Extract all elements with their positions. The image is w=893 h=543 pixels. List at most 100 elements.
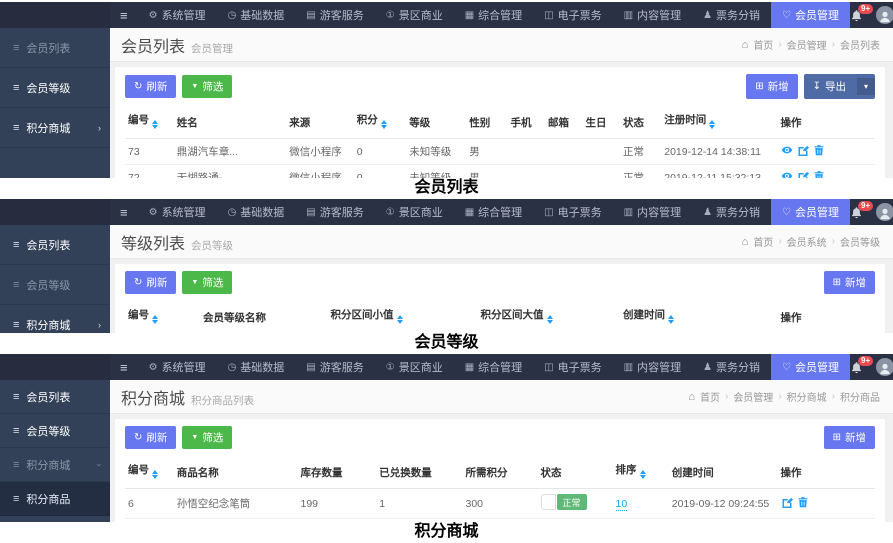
nav-item-2[interactable]: ◷基础数据 [217,2,296,28]
column-header[interactable]: 排序 [613,456,669,489]
delete-icon[interactable] [813,170,825,178]
breadcrumb-item[interactable]: 首页 [700,389,720,404]
nav-item-1[interactable]: ⚙系统管理 [138,2,217,28]
export-button[interactable]: ↧导出▾ [804,74,875,99]
delete-icon[interactable] [797,496,809,508]
sidebar-item-4[interactable]: ≡积分商品 [0,482,110,516]
nav-item-1[interactable]: ⚙系统管理 [138,354,217,380]
sidebar-item-2[interactable]: ≡会员等级 [0,68,110,108]
nav-item-6[interactable]: ◫电子票务 [533,2,612,28]
sort-icon[interactable] [152,312,158,327]
nav-item-7[interactable]: ▥内容管理 [613,2,692,28]
filter-button[interactable]: ▼筛选 [182,426,232,449]
toolbar-left: ↻刷新 ▼筛选 [125,75,232,98]
sidebar-toggle-icon[interactable]: ≡ [120,360,128,375]
breadcrumb-item[interactable]: 积分商品 [840,389,880,404]
sort-value-link[interactable]: 10 [616,498,628,511]
sort-icon[interactable] [640,467,646,482]
sort-icon[interactable] [547,312,553,327]
column-header[interactable]: 注册时间 [661,106,777,139]
nav-item-6[interactable]: ◫电子票务 [533,199,612,225]
sidebar-toggle-icon[interactable]: ≡ [120,8,128,23]
add-button[interactable]: ⊞新增 [824,426,875,449]
export-dropdown-caret[interactable]: ▾ [857,78,875,95]
sidebar-item-3[interactable]: ≡积分商城› [0,108,110,148]
nav-item-3[interactable]: ▤游客服务 [295,354,374,380]
add-button[interactable]: ⊞新增 [824,271,875,294]
status-toggle[interactable]: 正常 [541,494,587,510]
column-header[interactable]: 编号 [125,301,200,333]
nav-item-9[interactable]: ♡会员管理 [771,354,850,380]
nav-item-6[interactable]: ◫电子票务 [533,354,612,380]
nav-item-4[interactable]: ①景区商业 [375,2,454,28]
avatar-person-icon[interactable] [878,10,892,24]
nav-item-9[interactable]: ♡会员管理 [771,2,850,28]
sort-icon[interactable] [709,117,715,132]
view-icon[interactable] [781,170,793,178]
column-header[interactable]: 积分区间大值 [478,301,621,333]
sort-icon[interactable] [152,117,158,132]
refresh-button[interactable]: ↻刷新 [125,426,176,449]
column-header[interactable]: 编号 [125,106,174,139]
sort-icon[interactable] [152,467,158,482]
sidebar-item-1[interactable]: ≡会员列表 [0,225,110,265]
breadcrumb-item[interactable]: 积分商城 [787,389,827,404]
avatar[interactable] [876,6,893,24]
edit-icon[interactable] [797,144,809,156]
sidebar-toggle-icon[interactable]: ≡ [120,205,128,220]
column-header-label: 编号 [128,114,149,126]
sidebar-item-3[interactable]: ≡积分商城› [0,448,110,482]
nav-item-8[interactable]: ♟票务分销 [692,2,771,28]
filter-button[interactable]: ▼筛选 [182,271,232,294]
nav-item-1[interactable]: ⚙系统管理 [138,199,217,225]
nav-item-9[interactable]: ♡会员管理 [771,199,850,225]
nav-item-5[interactable]: ▦综合管理 [454,2,533,28]
notifications-bell[interactable]: 9+ [850,206,863,219]
nav-item-4[interactable]: ①景区商业 [375,199,454,225]
breadcrumb-item[interactable]: 会员管理 [733,389,773,404]
sidebar-item-1[interactable]: ≡会员列表 [0,28,110,68]
edit-icon[interactable] [781,496,793,508]
nav-item-2[interactable]: ◷基础数据 [217,199,296,225]
refresh-button[interactable]: ↻刷新 [125,75,176,98]
breadcrumb-item[interactable]: 会员管理 [787,37,827,52]
nav-item-7[interactable]: ▥内容管理 [613,354,692,380]
nav-item-4[interactable]: ①景区商业 [375,354,454,380]
breadcrumb-item[interactable]: 会员列表 [840,37,880,52]
nav-item-3[interactable]: ▤游客服务 [295,2,374,28]
edit-icon[interactable] [797,170,809,178]
nav-item-8[interactable]: ♟票务分销 [692,199,771,225]
sidebar-item-3[interactable]: ≡积分商城› [0,305,110,333]
sidebar-item-1[interactable]: ≡会员列表 [0,380,110,414]
notifications-bell[interactable]: 9+ [850,361,863,374]
column-header[interactable]: 编号 [125,456,174,489]
nav-item-5[interactable]: ▦综合管理 [454,199,533,225]
notifications-bell[interactable]: 9+ [850,9,863,22]
column-header[interactable]: 积分区间小值 [328,301,478,333]
nav-item-5[interactable]: ▦综合管理 [454,354,533,380]
avatar-person-icon[interactable] [878,207,892,221]
nav-item-3[interactable]: ▤游客服务 [295,199,374,225]
avatar[interactable] [876,203,893,221]
filter-button[interactable]: ▼筛选 [182,75,232,98]
nav-item-7[interactable]: ▥内容管理 [613,199,692,225]
avatar[interactable] [876,358,893,376]
breadcrumb-item[interactable]: 会员等级 [840,234,880,249]
sort-icon[interactable] [668,312,674,327]
nav-item-8[interactable]: ♟票务分销 [692,354,771,380]
column-header[interactable]: 创建时间 [620,301,778,333]
sidebar-item-2[interactable]: ≡会员等级 [0,265,110,305]
add-button[interactable]: ⊞新增 [746,74,797,99]
nav-item-2[interactable]: ◷基础数据 [217,354,296,380]
sort-icon[interactable] [397,312,403,327]
sort-icon[interactable] [381,117,387,132]
breadcrumb-item[interactable]: 首页 [753,234,773,249]
sidebar-item-2[interactable]: ≡会员等级 [0,414,110,448]
delete-icon[interactable] [813,144,825,156]
view-icon[interactable] [781,144,793,156]
refresh-button[interactable]: ↻刷新 [125,271,176,294]
breadcrumb-item[interactable]: 首页 [753,37,773,52]
avatar-person-icon[interactable] [878,362,892,376]
column-header[interactable]: 积分 [354,106,407,139]
breadcrumb-item[interactable]: 会员系统 [787,234,827,249]
